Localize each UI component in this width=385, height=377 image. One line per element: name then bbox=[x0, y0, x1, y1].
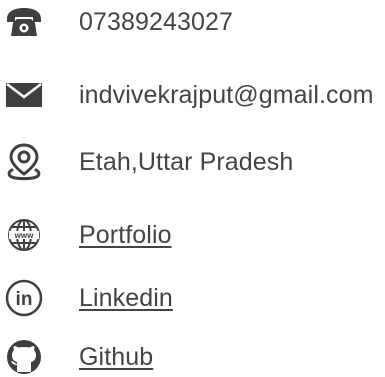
globe-www-icon: www bbox=[4, 215, 44, 255]
location-row: Etah,Uttar Pradesh bbox=[0, 142, 385, 182]
location-text: Etah,Uttar Pradesh bbox=[79, 148, 294, 176]
svg-text:www: www bbox=[14, 231, 34, 240]
linkedin-icon[interactable]: in bbox=[4, 278, 44, 318]
email-row: indvivekrajput@gmail.com bbox=[0, 75, 385, 115]
portfolio-row: www Portfolio bbox=[0, 215, 385, 255]
email-address: indvivekrajput@gmail.com bbox=[79, 81, 374, 109]
linkedin-row: in Linkedin bbox=[0, 278, 385, 318]
svg-text:in: in bbox=[16, 289, 33, 310]
phone-row: 07389243027 bbox=[0, 2, 385, 42]
telephone-icon bbox=[4, 2, 44, 42]
portfolio-link[interactable]: Portfolio bbox=[79, 220, 172, 250]
location-pin-icon bbox=[4, 142, 44, 182]
github-row: Github bbox=[0, 337, 385, 377]
github-icon[interactable] bbox=[4, 337, 44, 377]
phone-number: 07389243027 bbox=[79, 8, 234, 36]
github-link[interactable]: Github bbox=[79, 342, 153, 372]
linkedin-link[interactable]: Linkedin bbox=[79, 283, 173, 313]
envelope-icon bbox=[4, 75, 44, 115]
